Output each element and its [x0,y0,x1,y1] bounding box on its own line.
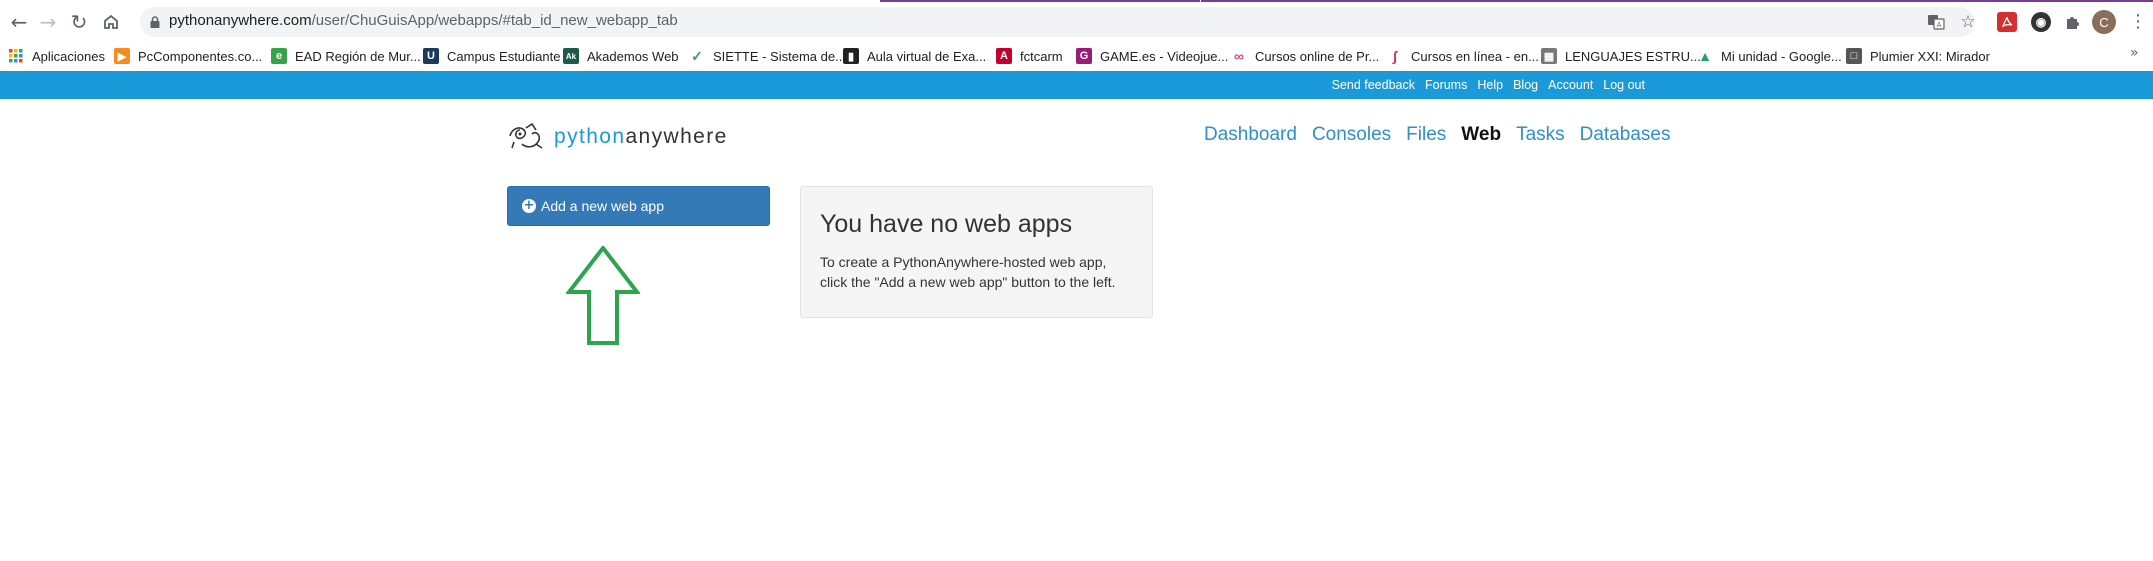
top-link-account[interactable]: Account [1548,78,1593,92]
bookmarks-overflow-icon[interactable]: » [2130,45,2139,61]
browser-menu-icon[interactable]: ⋮ [2128,11,2148,33]
url-path: /user/ChuGuisApp/webapps/#tab_id_new_web… [311,12,678,29]
nav-tab-dashboard[interactable]: Dashboard [1204,124,1297,146]
bookmark-item[interactable]: Aplicaciones [8,45,105,67]
extensions-puzzle-icon[interactable] [2063,12,2083,32]
top-link-blog[interactable]: Blog [1513,78,1538,92]
bookmark-item[interactable]: G GAME.es - Videojue... [1076,45,1228,67]
add-button-label: Add a new web app [541,198,664,214]
logo-text-python: python [554,125,626,148]
star-bookmark-icon[interactable]: ☆ [1958,12,1978,32]
nav-tab-tasks[interactable]: Tasks [1516,124,1565,146]
campus-icon: U [423,48,439,64]
url-domain: pythonanywhere.com [169,12,312,29]
plus-circle-icon: + [522,198,536,213]
bookmark-item[interactable]: ▲ Mi unidad - Google... [1697,45,1842,67]
panel-title: You have no web apps [820,210,1073,238]
bookmark-label: LENGUAJES ESTRU... [1565,48,1701,64]
apps-grid-icon [8,48,24,64]
bookmark-label: fctcarm [1020,48,1063,64]
nav-tab-databases[interactable]: Databases [1580,124,1671,146]
browser-toolbar: ← → ↻ pythonanywhere.com/user/ChuGuisApp… [0,3,2153,40]
bookmark-label: EAD Región de Mur... [295,48,421,64]
extension-circle-icon[interactable]: ◉ [2031,12,2051,32]
svg-text:A: A [1937,21,1942,29]
bookmark-label: Aula virtual de Exa... [867,48,987,64]
bookmark-item[interactable]: ✓ SIETTE - Sistema de... [689,45,846,67]
document-icon: ▮ [843,48,859,64]
bookmark-item[interactable]: Ak Akademos Web [563,45,679,67]
bookmarks-bar: Aplicaciones ▶ PcComponentes.co... e EAD Reg… [0,40,2153,71]
bookmark-item[interactable]: Afctcarm [996,45,1063,67]
home-icon[interactable] [98,9,124,35]
forward-icon[interactable]: → [35,9,61,35]
no-web-apps-panel: You have no web apps To create a PythonA… [800,186,1153,318]
url-text[interactable]: pythonanywhere.com/user/ChuGuisApp/webap… [169,12,678,29]
bookmark-label: GAME.es - Videojue... [1100,48,1229,64]
bookmark-label: Campus Estudiante [447,48,561,64]
ead-icon: e [271,48,287,64]
bookmark-label: Akademos Web [587,48,679,64]
bookmark-label: Cursos online de Pr... [1255,48,1380,64]
top-utility-bar: Send feedback Forums Help Blog Account Log ou… [0,71,2153,99]
panel-text: To create a PythonAnywhere-hosted web ap… [820,254,1116,290]
akademos-icon: Ak [563,48,579,64]
browser-window: ← → ↻ pythonanywhere.com/user/ChuGuisApp… [0,0,2153,561]
bookmark-item[interactable]: ▮ Aula virtual de Exa... [843,45,986,67]
bookmark-item[interactable]: e EAD Región de Mur... [271,45,421,67]
nav-tab-web[interactable]: Web [1461,124,1501,146]
bookmark-label: PcComponentes.co... [138,48,263,64]
angular-icon: A [996,48,1012,64]
bookmark-label: Plumier XXI: Mirador [1870,48,1990,64]
main-navigation: Dashboard Consoles Files Web Tasks Databases [1204,122,1685,148]
bookmark-item[interactable]: ∫ Cursos en línea - en... [1387,45,1539,67]
bookmark-item[interactable]: U Campus Estudiante [423,45,560,67]
bookmark-label: Cursos en línea - en... [1411,48,1539,64]
bookmark-item[interactable]: ∞ Cursos online de Pr... [1231,45,1379,67]
cursos-icon: ∞ [1234,48,1244,64]
coursera-icon: ∫ [1393,48,1397,64]
bookmark-item[interactable]: ▶ PcComponentes.co... [114,45,262,67]
profile-avatar[interactable]: C [2092,10,2116,34]
bookmark-label: Aplicaciones [32,48,105,64]
building-icon: ▦ [1541,48,1557,64]
bookmark-item[interactable]: ▦ LENGUAJES ESTRU... [1541,45,1701,67]
plumier-icon: □ [1846,48,1862,64]
green-arrow-annotation-icon [566,246,640,345]
bookmark-label: Mi unidad - Google... [1721,48,1842,64]
top-link-help[interactable]: Help [1477,78,1503,92]
top-link-forums[interactable]: Forums [1425,78,1467,92]
lock-icon[interactable] [148,15,162,29]
python-snake-logo-icon [509,122,543,149]
pythonanywhere-logo[interactable]: pythonanywhere [506,122,728,152]
pccomponentes-icon: ▶ [114,48,130,64]
nav-tab-files[interactable]: Files [1406,124,1446,146]
bookmark-item[interactable]: □ Plumier XXI: Mirador [1846,45,1990,67]
logo-text: pythonanywhere [554,125,728,149]
game-icon: G [1076,48,1092,64]
logo-text-anywhere: anywhere [625,125,728,148]
translate-icon[interactable]: A [1926,12,1946,32]
nav-tab-consoles[interactable]: Consoles [1312,124,1391,146]
top-utility-links: Send feedback Forums Help Blog Account Log ou… [1322,71,1645,99]
back-icon[interactable]: ← [6,9,32,35]
google-drive-icon: ▲ [1698,48,1712,64]
top-link-send-feedback[interactable]: Send feedback [1332,78,1415,92]
bookmark-label: SIETTE - Sistema de... [713,48,846,64]
pdf-extension-icon[interactable] [1997,12,2017,32]
add-new-web-app-button[interactable]: + Add a new web app [507,186,770,226]
top-link-log-out[interactable]: Log out [1603,78,1645,92]
reload-icon[interactable]: ↻ [66,9,92,35]
siette-check-icon: ✓ [691,47,703,64]
